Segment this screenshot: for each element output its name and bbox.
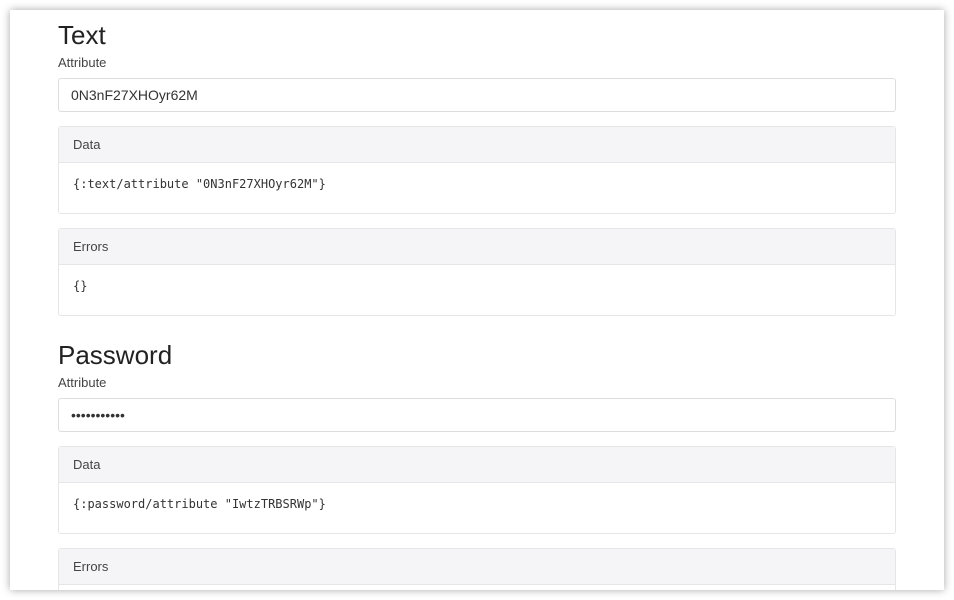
- text-section-title: Text: [58, 20, 896, 51]
- text-attribute-input[interactable]: [58, 78, 896, 112]
- password-attribute-label: Attribute: [58, 375, 896, 390]
- password-attribute-input[interactable]: [58, 398, 896, 432]
- text-errors-panel-body: {}: [59, 265, 895, 315]
- password-section: Password Attribute Data {:password/attri…: [58, 340, 896, 590]
- text-errors-panel-header: Errors: [59, 229, 895, 265]
- text-data-panel: Data {:text/attribute "0N3nF27XHOyr62M"}: [58, 126, 896, 214]
- text-data-panel-header: Data: [59, 127, 895, 163]
- password-data-panel: Data {:password/attribute "IwtzTRBSRWp"}: [58, 446, 896, 534]
- text-attribute-label: Attribute: [58, 55, 896, 70]
- page: Text Attribute Data {:text/attribute "0N…: [10, 10, 944, 590]
- password-errors-panel: Errors: [58, 548, 896, 590]
- password-data-panel-header: Data: [59, 447, 895, 483]
- text-errors-panel: Errors {}: [58, 228, 896, 316]
- password-data-panel-body: {:password/attribute "IwtzTRBSRWp"}: [59, 483, 895, 533]
- password-errors-panel-header: Errors: [59, 549, 895, 585]
- password-section-title: Password: [58, 340, 896, 371]
- password-errors-panel-body: [59, 585, 895, 590]
- text-data-panel-body: {:text/attribute "0N3nF27XHOyr62M"}: [59, 163, 895, 213]
- text-section: Text Attribute Data {:text/attribute "0N…: [58, 20, 896, 316]
